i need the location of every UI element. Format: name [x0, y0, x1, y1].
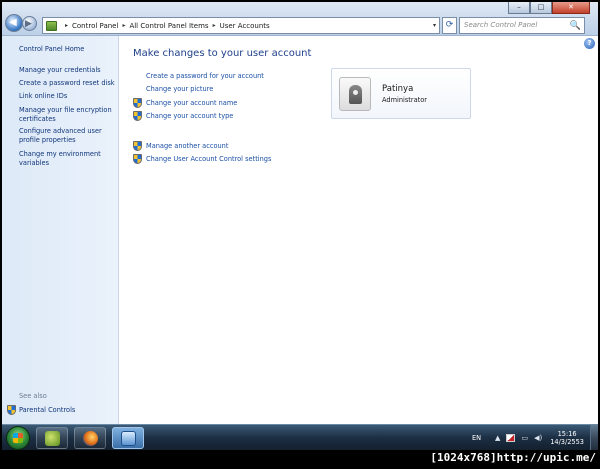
games-icon: [45, 431, 60, 446]
sidebar-item-manage-credentials[interactable]: Manage your credentials: [19, 66, 117, 75]
breadcrumb-item-control-panel[interactable]: Control Panel: [72, 22, 118, 30]
taskbar-control-panel-button[interactable]: [112, 427, 144, 449]
account-card: Patinya Administrator: [331, 68, 471, 119]
search-input[interactable]: Search Control Panel 🔍: [459, 17, 585, 34]
control-panel-icon: [121, 431, 136, 446]
start-button[interactable]: [6, 426, 30, 450]
see-also-label: See also: [19, 392, 47, 400]
maximize-button[interactable]: □: [530, 2, 552, 14]
back-button[interactable]: ◀: [5, 14, 23, 32]
shield-icon: [133, 98, 142, 108]
chevron-down-icon[interactable]: ▾: [433, 22, 436, 29]
search-icon[interactable]: 🔍: [570, 19, 581, 34]
main-content: ? Make changes to your user account Crea…: [120, 36, 598, 424]
refresh-button[interactable]: ⟳: [442, 17, 457, 34]
tray-arrow-icon[interactable]: ▲: [495, 434, 500, 442]
avatar: [339, 77, 371, 111]
breadcrumb-item-all-items[interactable]: All Control Panel Items: [129, 22, 208, 30]
breadcrumb[interactable]: ▸ Control Panel ▸ All Control Panel Item…: [42, 17, 440, 34]
action-center-flag-icon[interactable]: [506, 434, 516, 442]
address-bar: – □ ✕ ◀ ▶ ▸ Control Panel ▸ All Control …: [2, 2, 598, 36]
sidebar-item-advanced-profile[interactable]: Configure advanced user profile properti…: [19, 127, 117, 144]
language-indicator[interactable]: EN: [472, 434, 481, 442]
shield-icon: [133, 154, 142, 164]
shield-icon: [133, 141, 142, 151]
shield-icon: [7, 405, 16, 415]
show-desktop-button[interactable]: [590, 425, 598, 450]
firefox-icon: [83, 431, 98, 446]
parental-controls-label[interactable]: Parental Controls: [19, 406, 75, 414]
task-manage-another-account[interactable]: Manage another account: [133, 141, 228, 151]
forward-arrow-icon: ▶: [25, 19, 32, 29]
clock-time: 15:16: [557, 429, 577, 438]
clock-date: 14/3/2553: [550, 438, 584, 446]
network-icon[interactable]: ▭: [521, 434, 528, 442]
window-controls: – □ ✕: [508, 2, 590, 14]
user-picture-icon: [349, 85, 362, 104]
watermark: [1024x768]http://upic.me/: [430, 451, 596, 464]
control-panel-icon: [46, 20, 57, 31]
account-role: Administrator: [382, 96, 427, 104]
sidebar-item-control-panel-home[interactable]: Control Panel Home: [19, 45, 117, 54]
back-arrow-icon: ◀: [9, 17, 17, 28]
forward-button[interactable]: ▶: [22, 16, 37, 31]
task-label[interactable]: Change User Account Control settings: [146, 155, 271, 163]
clock[interactable]: 15:16 14/3/2553: [550, 430, 584, 447]
minimize-button[interactable]: –: [508, 2, 530, 14]
sidebar: Control Panel Home Manage your credentia…: [2, 36, 119, 424]
breadcrumb-separator[interactable]: ▸: [122, 22, 125, 29]
task-label[interactable]: Manage another account: [146, 142, 228, 150]
sidebar-item-file-encryption[interactable]: Manage your file encryption certificates: [19, 106, 117, 123]
breadcrumb-separator[interactable]: ▸: [213, 22, 216, 29]
sidebar-item-password-reset-disk[interactable]: Create a password reset disk: [19, 79, 117, 88]
help-icon[interactable]: ?: [584, 38, 595, 49]
close-button[interactable]: ✕: [552, 2, 590, 14]
taskbar-firefox-button[interactable]: [74, 427, 106, 449]
desktop-screen: – □ ✕ ◀ ▶ ▸ Control Panel ▸ All Control …: [2, 2, 598, 450]
breadcrumb-separator[interactable]: ▸: [65, 22, 68, 29]
account-name: Patinya: [382, 84, 414, 94]
system-tray: EN ▲ ▭ ◀) 15:16 14/3/2553: [472, 425, 598, 450]
volume-icon[interactable]: ◀): [534, 434, 542, 442]
shield-icon: [133, 111, 142, 121]
task-change-picture[interactable]: Change your picture: [133, 85, 213, 93]
sidebar-item-link-online-ids[interactable]: Link online IDs: [19, 92, 117, 101]
task-label[interactable]: Create a password for your account: [146, 72, 264, 80]
taskbar-games-button[interactable]: [36, 427, 68, 449]
task-change-account-name[interactable]: Change your account name: [133, 98, 237, 108]
breadcrumb-item-user-accounts[interactable]: User Accounts: [220, 22, 270, 30]
taskbar: EN ▲ ▭ ◀) 15:16 14/3/2553: [2, 424, 598, 450]
task-label[interactable]: Change your account type: [146, 112, 233, 120]
task-create-password[interactable]: Create a password for your account: [133, 72, 264, 80]
page-title: Make changes to your user account: [133, 48, 312, 59]
search-placeholder: Search Control Panel: [464, 21, 538, 29]
task-uac-settings[interactable]: Change User Account Control settings: [133, 154, 271, 164]
sidebar-item-parental-controls[interactable]: Parental Controls: [7, 405, 75, 415]
task-label[interactable]: Change your picture: [146, 85, 213, 93]
task-label[interactable]: Change your account name: [146, 99, 237, 107]
sidebar-item-environment-variables[interactable]: Change my environment variables: [19, 150, 117, 167]
task-change-account-type[interactable]: Change your account type: [133, 111, 233, 121]
